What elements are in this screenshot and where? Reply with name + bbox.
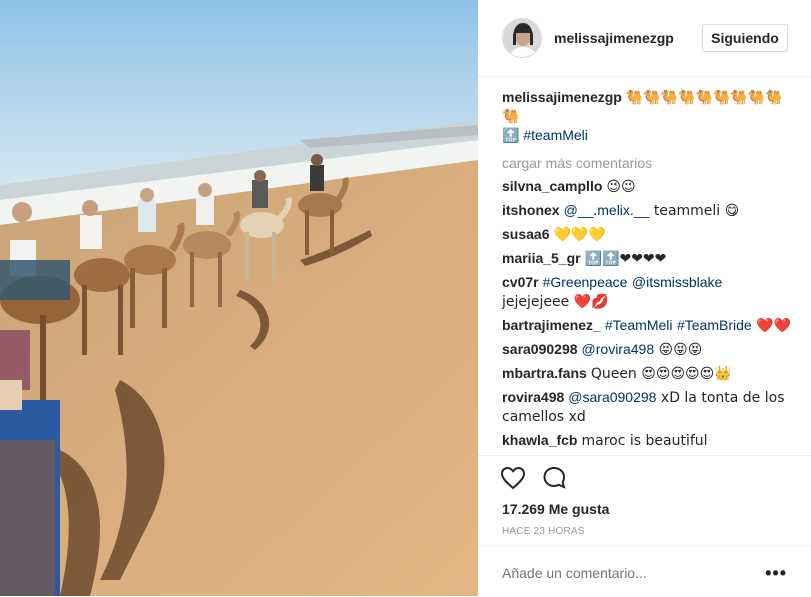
top-emoji-icon: 🔝 <box>502 128 520 144</box>
post-details-panel: melissajimenezgp Siguiendo melissajimene… <box>478 0 811 596</box>
likes-count[interactable]: 17.269 Me gusta <box>502 501 609 517</box>
comment-mention-link[interactable]: #Greenpeace <box>543 274 628 290</box>
comment-mention-link[interactable]: #TeamBride <box>677 317 752 333</box>
comment-item: silvna_campllo 😉😉 <box>502 177 792 196</box>
comment-text: 😉😉 <box>606 179 636 195</box>
post-photo[interactable] <box>0 0 478 596</box>
comment-text: jejejejeee ❤️💋 <box>502 294 609 310</box>
comment-username[interactable]: silvna_campllo <box>502 178 602 194</box>
following-button[interactable]: Siguiendo <box>702 24 788 52</box>
caption-hashtag[interactable]: #teamMeli <box>523 127 588 143</box>
comment-text: 💛💛💛 <box>553 227 606 243</box>
comment-text: Queen 😍😍😍😍😍👑 <box>590 366 732 382</box>
comment-username[interactable]: rovira498 <box>502 389 564 405</box>
caption: melissajimenezgp 🐫🐫🐫🐫🐫🐫🐫🐫🐫🐫 🔝 #teamMeli <box>502 88 792 145</box>
avatar[interactable] <box>502 18 542 58</box>
comment-username[interactable]: mariia_5_gr <box>502 250 581 266</box>
comment-item: rovira498 @sara090298 xD la tonta de los … <box>502 388 792 426</box>
comment-text: 😝😝😝 <box>654 342 703 358</box>
post-header: melissajimenezgp Siguiendo <box>478 0 811 77</box>
comment-item: khawla_fcb maroc is beautiful <box>502 431 792 450</box>
comment-list: silvna_campllo 😉😉 itshonex @__.melix.__ tea… <box>502 177 792 450</box>
caption-username[interactable]: melissajimenezgp <box>502 89 622 105</box>
comment-username[interactable]: khawla_fcb <box>502 432 577 448</box>
comment-text: 🔝🔝❤❤❤❤ <box>584 251 667 267</box>
comment-mention-link[interactable]: @sara090298 <box>568 389 656 405</box>
avatar-image <box>503 19 541 57</box>
more-options-icon[interactable]: ••• <box>765 563 787 584</box>
beach-camel-photo <box>0 0 478 596</box>
comment-text: ❤️❤️ <box>751 318 792 334</box>
add-comment-input[interactable] <box>502 565 752 581</box>
comment-username[interactable]: itshonex <box>502 202 560 218</box>
comment-item: sara090298 @rovira498 😝😝😝 <box>502 340 792 359</box>
comment-item: mbartra.fans Queen 😍😍😍😍😍👑 <box>502 364 792 383</box>
comment-text: maroc is beautiful <box>581 433 708 449</box>
comment-item: susaa6 💛💛💛 <box>502 225 792 244</box>
comment-mention-link[interactable]: #TeamMeli <box>605 317 673 333</box>
comment-text: teammeli 😋 <box>649 203 740 219</box>
comment-mention-link[interactable]: @itsmissblake <box>632 274 722 290</box>
comment-username[interactable]: bartrajimenez_ <box>502 317 601 333</box>
heart-icon[interactable] <box>500 466 526 495</box>
comment-mention-link[interactable]: @rovira498 <box>582 341 655 357</box>
load-more-comments-link[interactable]: cargar más comentarios <box>502 154 792 172</box>
comment-username[interactable]: susaa6 <box>502 226 549 242</box>
comment-icon[interactable] <box>542 466 568 495</box>
comment-item: bartrajimenez_ #TeamMeli #TeamBride ❤️❤️ <box>502 316 792 335</box>
comment-mention-link[interactable]: @__.melix.__ <box>564 202 650 218</box>
comment-item: cv07r #Greenpeace @itsmissblake jejejejee… <box>502 273 792 311</box>
comments-section: melissajimenezgp 🐫🐫🐫🐫🐫🐫🐫🐫🐫🐫 🔝 #teamMeli c… <box>502 88 792 454</box>
comment-item: itshonex @__.melix.__ teammeli 😋 <box>502 201 792 220</box>
comment-username[interactable]: mbartra.fans <box>502 365 587 381</box>
post-author-username[interactable]: melissajimenezgp <box>554 30 674 46</box>
post-timestamp: HACE 23 HORAS <box>502 526 585 537</box>
add-comment-bar: ••• <box>478 545 811 597</box>
comment-username[interactable]: sara090298 <box>502 341 578 357</box>
comment-username[interactable]: cv07r <box>502 274 539 290</box>
comment-item: mariia_5_gr 🔝🔝❤❤❤❤ <box>502 249 792 268</box>
